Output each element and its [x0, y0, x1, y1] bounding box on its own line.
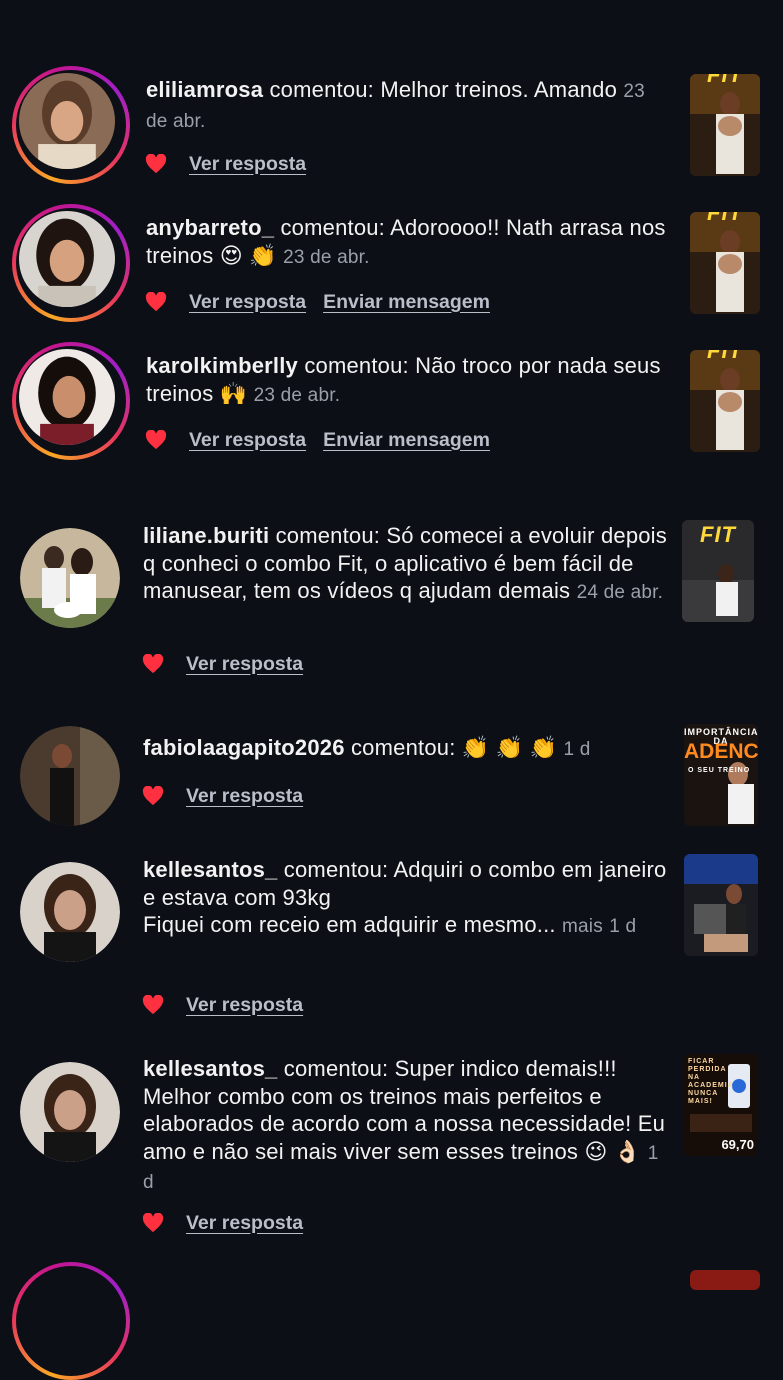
comment-actions: Ver resposta	[145, 150, 323, 178]
comment-actions: Ver resposta	[142, 991, 320, 1019]
thumbnail-subtitle: O SEU TREINO	[688, 767, 751, 774]
username[interactable]: kellesantos_	[143, 857, 277, 882]
heart-icon[interactable]	[142, 654, 164, 674]
comment-actions: Ver resposta Enviar mensagem	[145, 426, 507, 454]
price-label: 69,70	[721, 1137, 754, 1152]
timestamp: 23 de abr.	[283, 246, 370, 268]
heart-icon[interactable]	[142, 1213, 164, 1233]
post-thumbnail[interactable]: FIT	[690, 212, 760, 314]
comment-actions: Ver resposta	[142, 650, 320, 678]
username[interactable]: fabiolaagapito2026	[143, 735, 345, 760]
comment-body-continued: Fiquei com receio em adquirir e mesmo...	[143, 912, 556, 937]
timestamp: 1 d	[609, 916, 637, 937]
username[interactable]: kellesantos_	[143, 1056, 277, 1081]
username[interactable]: anybarreto_	[146, 215, 274, 240]
post-thumbnail[interactable]	[684, 854, 758, 956]
send-message-link[interactable]: Enviar mensagem	[323, 291, 490, 314]
avatar[interactable]	[20, 726, 120, 826]
thumbnail-caption: FIT	[707, 350, 743, 363]
thumbnail-caption: FIT	[707, 212, 743, 225]
comment-body: Melhor treinos. Amando	[380, 77, 618, 102]
thumbnail-title: ADENCIA	[684, 740, 758, 763]
thumbnail-caption: FIT	[700, 522, 736, 547]
avatar[interactable]	[12, 66, 130, 184]
comment-text: kellesantos_ comentou: Super indico dema…	[143, 1055, 673, 1197]
comment-text: kellesantos_ comentou: Adquiri o combo e…	[143, 856, 673, 941]
view-reply-link[interactable]: Ver resposta	[189, 153, 306, 176]
username[interactable]: karolkimberlly	[146, 353, 298, 378]
comment-text: liliane.buriti comentou: Só comecei a ev…	[143, 522, 673, 607]
comment-actions: Ver resposta	[142, 782, 320, 810]
comment-actions: Ver resposta Enviar mensagem	[145, 288, 507, 316]
username[interactable]: eliliamrosa	[146, 77, 263, 102]
heart-icon[interactable]	[145, 430, 167, 450]
avatar[interactable]	[12, 204, 130, 322]
view-reply-link[interactable]: Ver resposta	[186, 1212, 303, 1235]
verb: comentou:	[350, 735, 456, 760]
comment-body: 👏 👏 👏	[461, 735, 558, 760]
verb: comentou:	[304, 353, 409, 378]
timestamp: 1 d	[563, 739, 591, 760]
comment-text: fabiolaagapito2026 comentou: 👏 👏 👏 1 d	[143, 734, 673, 764]
heart-icon[interactable]	[145, 292, 167, 312]
comment-actions: Ver resposta	[142, 1209, 320, 1237]
more-link[interactable]: mais	[562, 916, 603, 937]
timestamp: 23 de abr.	[253, 384, 341, 406]
post-thumbnail[interactable]: FIT	[690, 350, 760, 452]
heart-icon[interactable]	[142, 786, 164, 806]
comment-text: anybarreto_ comentou: Adoroooo!! Nath ar…	[146, 214, 666, 271]
timestamp: 24 de abr.	[576, 582, 664, 603]
heart-icon[interactable]	[142, 995, 164, 1015]
thumbnail-caption: FIT	[707, 74, 743, 87]
view-reply-link[interactable]: Ver resposta	[189, 429, 306, 452]
verb: comentou:	[280, 215, 385, 240]
verb: comentou:	[283, 1056, 389, 1081]
post-thumbnail[interactable]: IMPORTÂNCIA DA ADENCIA O SEU TREINO	[684, 724, 758, 826]
avatar[interactable]	[20, 528, 120, 628]
view-reply-link[interactable]: Ver resposta	[186, 785, 303, 808]
username[interactable]: liliane.buriti	[143, 523, 269, 548]
comment-text: eliliamrosa comentou: Melhor treinos. Am…	[146, 76, 666, 135]
heart-icon[interactable]	[145, 154, 167, 174]
comment-text: karolkimberlly comentou: Não troco por n…	[146, 352, 666, 409]
avatar[interactable]	[20, 1062, 120, 1162]
view-reply-link[interactable]: Ver resposta	[186, 653, 303, 676]
post-thumbnail[interactable]: FICAR PERDIDA NA ACADEMIA NUNCA MAIS! 69…	[684, 1054, 758, 1156]
avatar[interactable]	[12, 342, 130, 460]
verb: comentou:	[275, 523, 381, 548]
post-thumbnail[interactable]: FIT	[682, 520, 754, 622]
thumbnail-caption: FICAR PERDIDA NA ACADEMIA NUNCA MAIS!	[688, 1058, 734, 1105]
view-reply-link[interactable]: Ver resposta	[186, 994, 303, 1017]
verb: comentou:	[269, 77, 374, 102]
view-reply-link[interactable]: Ver resposta	[189, 291, 306, 314]
send-message-link[interactable]: Enviar mensagem	[323, 429, 490, 452]
verb: comentou:	[283, 857, 389, 882]
post-thumbnail[interactable]	[690, 1270, 760, 1290]
post-thumbnail[interactable]: FIT	[690, 74, 760, 176]
avatar[interactable]	[20, 862, 120, 962]
